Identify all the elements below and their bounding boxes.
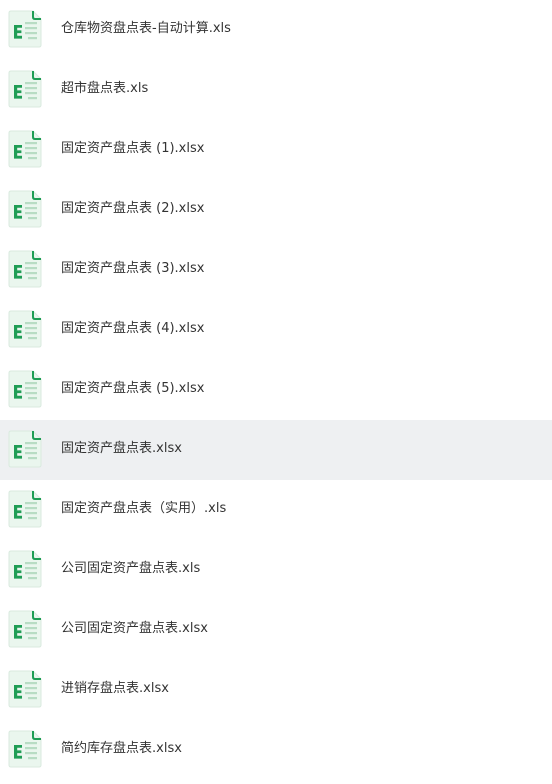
excel-spreadsheet-icon: [8, 130, 42, 168]
file-row[interactable]: 仓库物资盘点表-自动计算.xls: [0, 0, 552, 60]
file-name: 公司固定资产盘点表.xls: [61, 561, 201, 576]
excel-spreadsheet-icon: [8, 310, 42, 348]
excel-spreadsheet-icon: [8, 490, 42, 528]
excel-spreadsheet-icon: [8, 430, 42, 468]
file-name: 超市盘点表.xls: [61, 81, 149, 96]
excel-spreadsheet-icon: [8, 670, 42, 708]
file-name: 固定资产盘点表 (4).xlsx: [61, 321, 205, 336]
file-row[interactable]: 固定资产盘点表.xlsx: [0, 420, 552, 480]
file-row[interactable]: 公司固定资产盘点表.xls: [0, 540, 552, 600]
excel-spreadsheet-icon: [8, 70, 42, 108]
excel-spreadsheet-icon: [8, 610, 42, 648]
file-name: 固定资产盘点表 (1).xlsx: [61, 141, 205, 156]
file-name: 固定资产盘点表 (2).xlsx: [61, 201, 205, 216]
excel-spreadsheet-icon: [8, 190, 42, 228]
excel-spreadsheet-icon: [8, 250, 42, 288]
file-row[interactable]: 简约库存盘点表.xlsx: [0, 720, 552, 780]
file-row[interactable]: 固定资产盘点表 (2).xlsx: [0, 180, 552, 240]
file-name: 仓库物资盘点表-自动计算.xls: [61, 21, 231, 36]
file-row[interactable]: 公司固定资产盘点表.xlsx: [0, 600, 552, 660]
file-row[interactable]: 固定资产盘点表 (3).xlsx: [0, 240, 552, 300]
file-list: 仓库物资盘点表-自动计算.xls 超市盘点表.xls 固定资产盘点表 (1).xls…: [0, 0, 552, 784]
file-row[interactable]: 固定资产盘点表 (1).xlsx: [0, 120, 552, 180]
file-name: 固定资产盘点表 (3).xlsx: [61, 261, 205, 276]
file-name: 进销存盘点表.xlsx: [61, 681, 169, 696]
file-name: 公司固定资产盘点表.xlsx: [61, 621, 208, 636]
file-row[interactable]: 进销存盘点表.xlsx: [0, 660, 552, 720]
file-row[interactable]: 固定资产盘点表 (5).xlsx: [0, 360, 552, 420]
file-name: 固定资产盘点表.xlsx: [61, 441, 182, 456]
file-name: 固定资产盘点表 (5).xlsx: [61, 381, 205, 396]
file-name: 简约库存盘点表.xlsx: [61, 741, 182, 756]
file-row[interactable]: 超市盘点表.xls: [0, 60, 552, 120]
excel-spreadsheet-icon: [8, 550, 42, 588]
file-row[interactable]: 固定资产盘点表（实用）.xls: [0, 480, 552, 540]
file-name: 固定资产盘点表（实用）.xls: [61, 501, 227, 516]
excel-spreadsheet-icon: [8, 370, 42, 408]
file-row[interactable]: 固定资产盘点表 (4).xlsx: [0, 300, 552, 360]
excel-spreadsheet-icon: [8, 10, 42, 48]
excel-spreadsheet-icon: [8, 730, 42, 768]
